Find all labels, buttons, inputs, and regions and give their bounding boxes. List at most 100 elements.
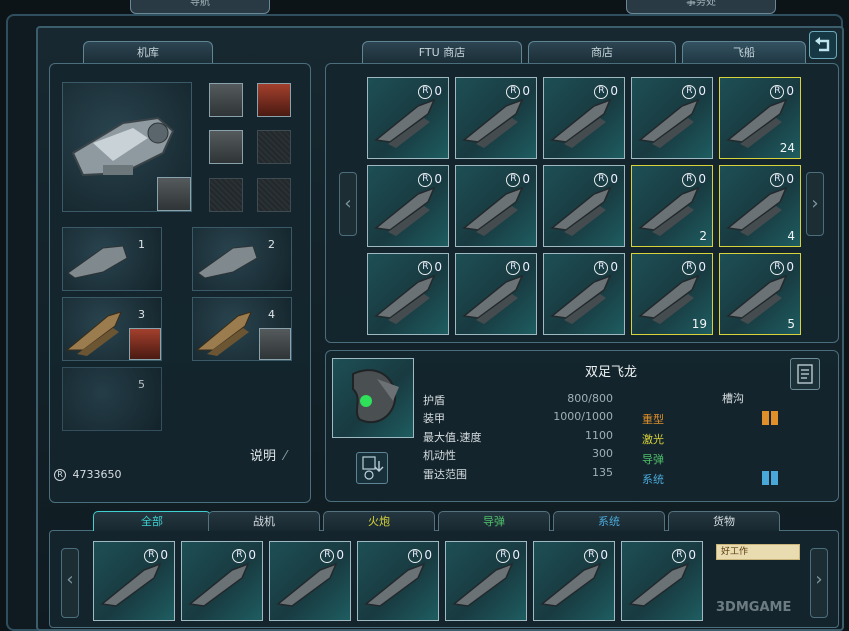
- stock-badge: R0: [408, 548, 432, 563]
- back-button[interactable]: [809, 31, 837, 59]
- empty-crew-slot[interactable]: [209, 178, 243, 212]
- tab-ftu-store[interactable]: FTU 商店: [362, 41, 522, 63]
- stat-value-maneuver: 300: [592, 447, 613, 460]
- ship-slot-2[interactable]: 2: [192, 227, 292, 291]
- inventory-item-slot[interactable]: R0: [533, 541, 615, 621]
- credits-icon: R: [418, 172, 433, 187]
- tab-fighters[interactable]: 战机: [208, 511, 320, 531]
- store-item-slot[interactable]: R0: [367, 77, 449, 159]
- owned-quantity: 19: [691, 317, 707, 331]
- pilot-portrait[interactable]: [157, 177, 191, 211]
- stock-badge: R0: [232, 548, 256, 563]
- credits-icon: R: [496, 548, 511, 563]
- stock-count: 0: [512, 548, 520, 562]
- stock-count: 0: [336, 548, 344, 562]
- ship-slot-1[interactable]: 1: [62, 227, 162, 291]
- compare-button[interactable]: [356, 452, 388, 484]
- stock-count: 0: [698, 260, 706, 274]
- inventory-item-slot[interactable]: R0: [445, 541, 527, 621]
- watermark: 3DMGAME: [716, 600, 791, 615]
- popup-tooltip: 好工作: [716, 544, 800, 560]
- stock-count: 0: [522, 172, 530, 186]
- active-ship-slot[interactable]: [62, 82, 192, 212]
- document-button[interactable]: [790, 358, 820, 390]
- tab-hangar[interactable]: 机库: [83, 41, 213, 63]
- crew-portrait-3[interactable]: [209, 130, 243, 164]
- credits-icon: R: [682, 172, 697, 187]
- owned-quantity: 2: [699, 229, 707, 243]
- inventory-item-slot[interactable]: R0: [357, 541, 439, 621]
- stock-badge: R0: [418, 260, 442, 275]
- credits-icon: R: [54, 469, 66, 481]
- store-prev-arrow[interactable]: ‹: [339, 172, 357, 236]
- pilot-portrait[interactable]: [129, 328, 161, 360]
- system-slot-indicator: [762, 470, 778, 489]
- store-item-slot[interactable]: R0: [367, 253, 449, 335]
- store-item-slot[interactable]: R0 2: [631, 165, 713, 247]
- stock-badge: R0: [144, 548, 168, 563]
- tab-systems-label: 系统: [598, 515, 620, 528]
- ship-icon: [197, 245, 258, 279]
- store-item-slot[interactable]: R0: [543, 165, 625, 247]
- inventory-item-slot[interactable]: R0: [621, 541, 703, 621]
- crew-portrait-1[interactable]: [209, 83, 243, 117]
- stock-badge: R0: [594, 84, 618, 99]
- inventory-item-slot[interactable]: R0: [269, 541, 351, 621]
- chevron-right-icon: ›: [815, 569, 823, 590]
- tab-store-label: 商店: [591, 46, 613, 59]
- store-next-arrow[interactable]: ›: [806, 172, 824, 236]
- empty-crew-slot[interactable]: [257, 130, 291, 164]
- ship-icon: [352, 369, 399, 424]
- inventory-item-slot[interactable]: R0: [181, 541, 263, 621]
- tab-all[interactable]: 全部: [93, 511, 211, 531]
- store-item-slot[interactable]: R0: [543, 77, 625, 159]
- tab-systems[interactable]: 系统: [553, 511, 665, 531]
- store-item-slot[interactable]: R0: [455, 165, 537, 247]
- credits-icon: R: [770, 260, 785, 275]
- crew-portrait-2[interactable]: [257, 83, 291, 117]
- ship-slot-3[interactable]: 3: [62, 297, 162, 361]
- store-item-slot[interactable]: R0: [455, 253, 537, 335]
- top-tab-navigation[interactable]: 导航: [130, 0, 270, 14]
- ship-slot-number: 2: [268, 238, 275, 251]
- stock-badge: R0: [506, 260, 530, 275]
- ship-slot-4[interactable]: 4: [192, 297, 292, 361]
- empty-crew-slot[interactable]: [257, 178, 291, 212]
- pilot-portrait[interactable]: [259, 328, 291, 360]
- stock-count: 0: [434, 84, 442, 98]
- store-item-slot[interactable]: R0: [543, 253, 625, 335]
- back-icon: [815, 37, 830, 52]
- tab-cargo[interactable]: 货物: [668, 511, 780, 531]
- store-item-slot[interactable]: R0: [367, 165, 449, 247]
- inventory-next-arrow[interactable]: ›: [810, 548, 828, 618]
- category-system: 系统: [642, 473, 664, 486]
- store-item-slot[interactable]: R0 5: [719, 253, 801, 335]
- ship-slot-5[interactable]: 5: [62, 367, 162, 431]
- ship-slot-number: 5: [138, 378, 145, 391]
- stock-count: 0: [522, 84, 530, 98]
- inventory-item-slot[interactable]: R0: [93, 541, 175, 621]
- tab-missiles[interactable]: 导弹: [438, 511, 550, 531]
- explain-button[interactable]: 说明 ⁄: [250, 445, 300, 464]
- credits-icon: R: [506, 172, 521, 187]
- credits-icon: R: [594, 260, 609, 275]
- ship-slot-number: 4: [268, 308, 275, 321]
- store-item-slot[interactable]: R0: [631, 77, 713, 159]
- explain-label: 说明: [250, 449, 277, 464]
- tab-store[interactable]: 商店: [528, 41, 676, 63]
- slots-label: 槽沟: [722, 392, 744, 405]
- store-item-slot[interactable]: R 0 24: [719, 77, 801, 159]
- store-item-slot[interactable]: R0 4: [719, 165, 801, 247]
- top-tab-affairs[interactable]: 事务处: [626, 0, 776, 14]
- tab-ftu-store-label: FTU 商店: [418, 46, 466, 59]
- slash-icon: ⁄: [284, 449, 287, 464]
- store-item-slot[interactable]: R 0 19: [631, 253, 713, 335]
- owned-quantity: 5: [787, 317, 795, 331]
- store-item-slot[interactable]: R0: [455, 77, 537, 159]
- owned-quantity: 4: [787, 229, 795, 243]
- inventory-prev-arrow[interactable]: ‹: [61, 548, 79, 618]
- tab-cannons[interactable]: 火炮: [323, 511, 435, 531]
- ship-icon: [67, 245, 128, 279]
- top-tab-navigation-label: 导航: [190, 0, 210, 8]
- tab-ships[interactable]: 飞船: [682, 41, 806, 63]
